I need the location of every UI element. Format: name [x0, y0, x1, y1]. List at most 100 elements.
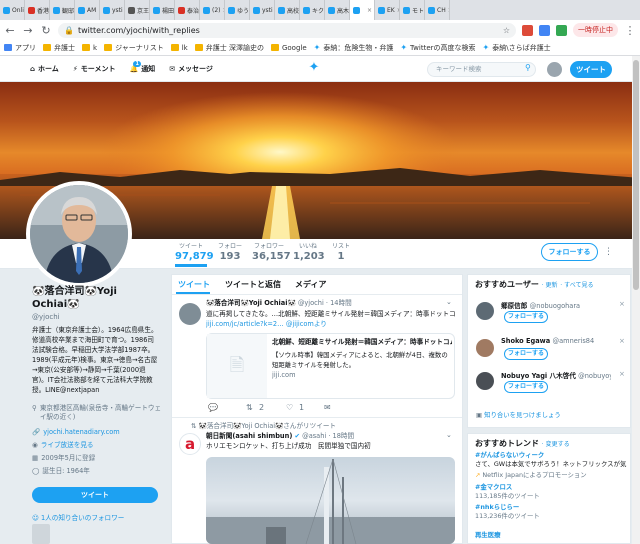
- url-omnibox[interactable]: 🔒 twitter.com/yjochi/with_replies ☆: [58, 22, 516, 38]
- suggested-user-handle[interactable]: @nobuogohara: [530, 302, 580, 310]
- browser-tab[interactable]: 楊田×: [150, 0, 175, 20]
- suggested-user-avatar[interactable]: [476, 372, 494, 390]
- periscope-link[interactable]: ライブ放送を見る: [41, 441, 94, 450]
- suggested-user-follow-button[interactable]: フォローする: [504, 381, 548, 393]
- tweet-time[interactable]: 18時間: [333, 432, 355, 440]
- profile-website[interactable]: 🔗 yjochi.hatenadiary.com: [32, 428, 162, 437]
- suggested-user-follow-button[interactable]: フォローする: [504, 311, 548, 323]
- nav-messages[interactable]: ✉ メッセージ: [169, 64, 213, 74]
- trend-name[interactable]: #nhkらじらー: [475, 503, 627, 512]
- tweet-author-avatar[interactable]: [179, 303, 201, 325]
- search-input[interactable]: キーワード検索: [427, 62, 536, 77]
- extension-icon[interactable]: [522, 24, 533, 36]
- browser-tab[interactable]: 泰治×: [175, 0, 200, 20]
- refresh-text[interactable]: 更新: [545, 282, 557, 289]
- twitter-bird-icon[interactable]: ✦: [307, 61, 321, 75]
- bookmark-item[interactable]: 弁護士: [43, 43, 75, 53]
- nav-moments[interactable]: ⚡ モーメント: [73, 64, 116, 74]
- star-icon[interactable]: ☆: [503, 26, 510, 35]
- suggested-user-handle[interactable]: @amneris84: [553, 337, 595, 345]
- followers-you-know-text[interactable]: 1人の知り合いのフォロワー: [41, 514, 124, 522]
- stat-followers[interactable]: フォロワー 36,157: [252, 241, 291, 262]
- browser-tab[interactable]: (2)×: [200, 0, 225, 20]
- browser-tab[interactable]: 高木×: [325, 0, 350, 20]
- rocket-launch-photo[interactable]: [206, 457, 455, 544]
- tweet-author-handle[interactable]: @yjochi: [298, 299, 324, 307]
- change-trends-text[interactable]: 変更する: [546, 441, 570, 448]
- chevron-down-icon[interactable]: ⌄: [446, 431, 452, 439]
- browser-tab[interactable]: CH×: [425, 0, 450, 20]
- search-icon[interactable]: ⚲: [525, 63, 531, 72]
- suggested-user-name[interactable]: 郷原信郎 @nobuogohara: [501, 300, 611, 310]
- tweet-author-name[interactable]: 朝日新聞(asahi shimbun): [206, 432, 292, 440]
- tab-tweets[interactable]: ツイート: [178, 279, 210, 290]
- browser-tab[interactable]: EK×: [375, 0, 400, 20]
- extension-icon[interactable]: [556, 24, 567, 36]
- browser-tab[interactable]: ×: [350, 0, 375, 20]
- browser-tab[interactable]: モト×: [400, 0, 425, 20]
- stat-likes[interactable]: いいね 1,203: [293, 241, 325, 262]
- bookmark-item[interactable]: 弁護士 深澤諭史の: [194, 43, 264, 53]
- browser-tab[interactable]: Onli×: [0, 0, 25, 20]
- dm-icon[interactable]: ✉: [324, 403, 331, 412]
- change-trends-link[interactable]: · 変更する: [542, 441, 570, 448]
- browser-tab[interactable]: キク×: [300, 0, 325, 20]
- view-all-text[interactable]: すべて見る: [564, 282, 593, 289]
- close-tab-icon[interactable]: ×: [448, 7, 449, 14]
- suggested-user-name-text[interactable]: Shoko Egawa: [501, 337, 550, 345]
- chevron-down-icon[interactable]: ⌄: [446, 298, 452, 306]
- follow-button[interactable]: フォローする: [541, 243, 598, 261]
- reload-icon[interactable]: ↻: [40, 24, 52, 37]
- tweet-author-name[interactable]: 🐼落合洋司🐼Yoji Ochiai🐼: [206, 299, 296, 307]
- tab-media[interactable]: メディア: [295, 279, 326, 290]
- browser-tab[interactable]: 香港×: [25, 0, 50, 20]
- tweet-author-handle[interactable]: @asahi: [302, 432, 326, 440]
- find-friends-text[interactable]: 知り合いを見つけましょう: [484, 411, 561, 419]
- browser-tab[interactable]: 高校×: [275, 0, 300, 20]
- trend-item[interactable]: #がんばらないウィークさて、GWは本気でサボろう！ネットフリックスが気プランをお…: [475, 451, 627, 469]
- browser-tab[interactable]: AM×: [75, 0, 100, 20]
- bookmark-item[interactable]: ✦ 泰納\さらば弁護士: [483, 43, 551, 53]
- browser-tab[interactable]: ysti×: [250, 0, 275, 20]
- find-friends-link[interactable]: ▣ 知り合いを見つけましょう: [476, 410, 561, 419]
- suggested-user-name-text[interactable]: Nobuyo Yagi 八木啓代: [501, 372, 576, 380]
- follower-avatar[interactable]: [32, 524, 50, 544]
- tab-tweets-and-replies[interactable]: ツイートと返信: [225, 279, 281, 290]
- close-icon[interactable]: ×: [619, 300, 625, 308]
- followers-you-know[interactable]: ☺ 1人の知り合いのフォロワー: [32, 512, 124, 522]
- suggested-user-follow-button[interactable]: フォローする: [504, 348, 548, 360]
- stat-tweets[interactable]: ツイート 97,879: [175, 241, 214, 262]
- tweet-time[interactable]: 14時間: [330, 299, 352, 307]
- nav-home[interactable]: ⌂ ホーム: [30, 64, 59, 74]
- trend-promoted[interactable]: ↗ Netflix Japanによるプロモーション: [475, 471, 627, 480]
- scrollbar-thumb[interactable]: [633, 60, 639, 290]
- browser-tab[interactable]: ゆう×: [225, 0, 250, 20]
- more-options-icon[interactable]: ⋮: [604, 247, 613, 257]
- close-icon[interactable]: ×: [619, 370, 625, 378]
- menu-kebab-icon[interactable]: ⋮: [624, 24, 636, 37]
- bookmark-item[interactable]: ✦ Twitterの高度な検索: [400, 43, 475, 53]
- browser-tab[interactable]: 京王×: [125, 0, 150, 20]
- suggested-user-avatar[interactable]: [476, 339, 494, 357]
- close-icon[interactable]: ×: [619, 337, 625, 345]
- browser-tab[interactable]: ysti×: [100, 0, 125, 20]
- trend-name[interactable]: #がんばらないウィーク: [475, 451, 627, 460]
- avatar[interactable]: [547, 62, 562, 77]
- bookmark-item[interactable]: k: [82, 44, 97, 52]
- reply-icon[interactable]: 💬: [208, 403, 218, 412]
- bookmark-item[interactable]: Google: [270, 44, 307, 52]
- trend-item[interactable]: 再生医療: [475, 531, 627, 540]
- bookmark-item[interactable]: アプリ: [4, 43, 36, 53]
- compose-tweet-button[interactable]: ツイート: [570, 61, 612, 78]
- trend-name[interactable]: 再生医療: [475, 531, 627, 540]
- bookmark-item[interactable]: ジャーナリスト: [104, 43, 164, 53]
- asahi-logo-avatar[interactable]: a: [179, 433, 201, 455]
- extension-icon[interactable]: [539, 24, 550, 36]
- trend-item[interactable]: #金マクロス 113,185件のツイート: [475, 483, 627, 501]
- suggested-user-name[interactable]: Shoko Egawa @amneris84: [501, 337, 611, 345]
- stat-following[interactable]: フォロー 193: [215, 241, 245, 262]
- refresh-link[interactable]: · 更新: [542, 282, 558, 289]
- close-tab-icon[interactable]: ×: [367, 7, 372, 14]
- stat-lists[interactable]: リスト 1: [329, 241, 353, 262]
- bookmark-item[interactable]: ✦ 泰納：危険生物・弁護: [314, 43, 394, 53]
